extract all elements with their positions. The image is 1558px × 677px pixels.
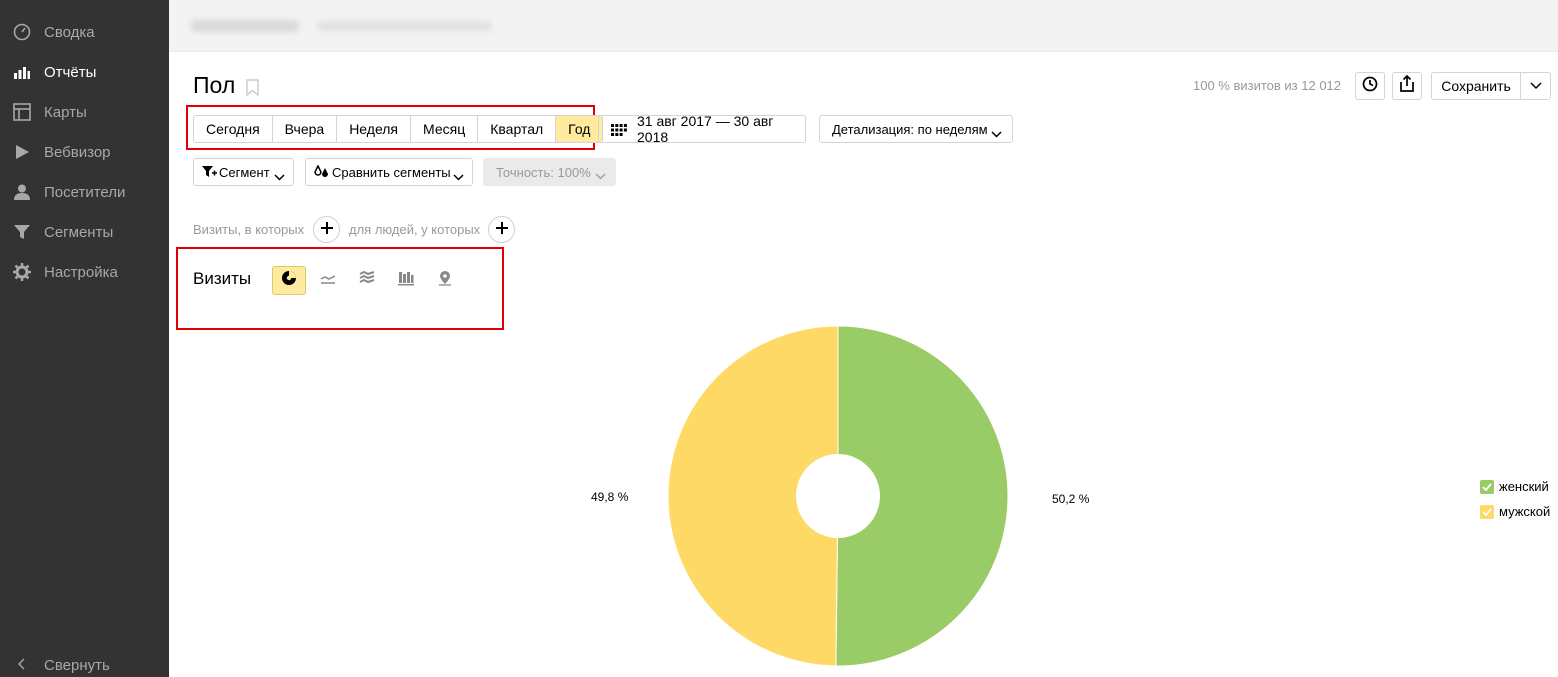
check-icon <box>1480 479 1494 494</box>
legend-label: мужской <box>1499 504 1551 519</box>
slice-label-male: 49,8 % <box>591 490 629 504</box>
pie-center-hole <box>796 454 880 538</box>
slice-label-female: 50,2 % <box>1052 492 1090 506</box>
check-icon <box>1480 504 1494 519</box>
legend-item-male[interactable]: мужской <box>1480 504 1550 519</box>
pie-chart <box>667 325 1009 667</box>
legend-label: женский <box>1499 479 1549 494</box>
legend-item-female[interactable]: женский <box>1480 479 1549 494</box>
